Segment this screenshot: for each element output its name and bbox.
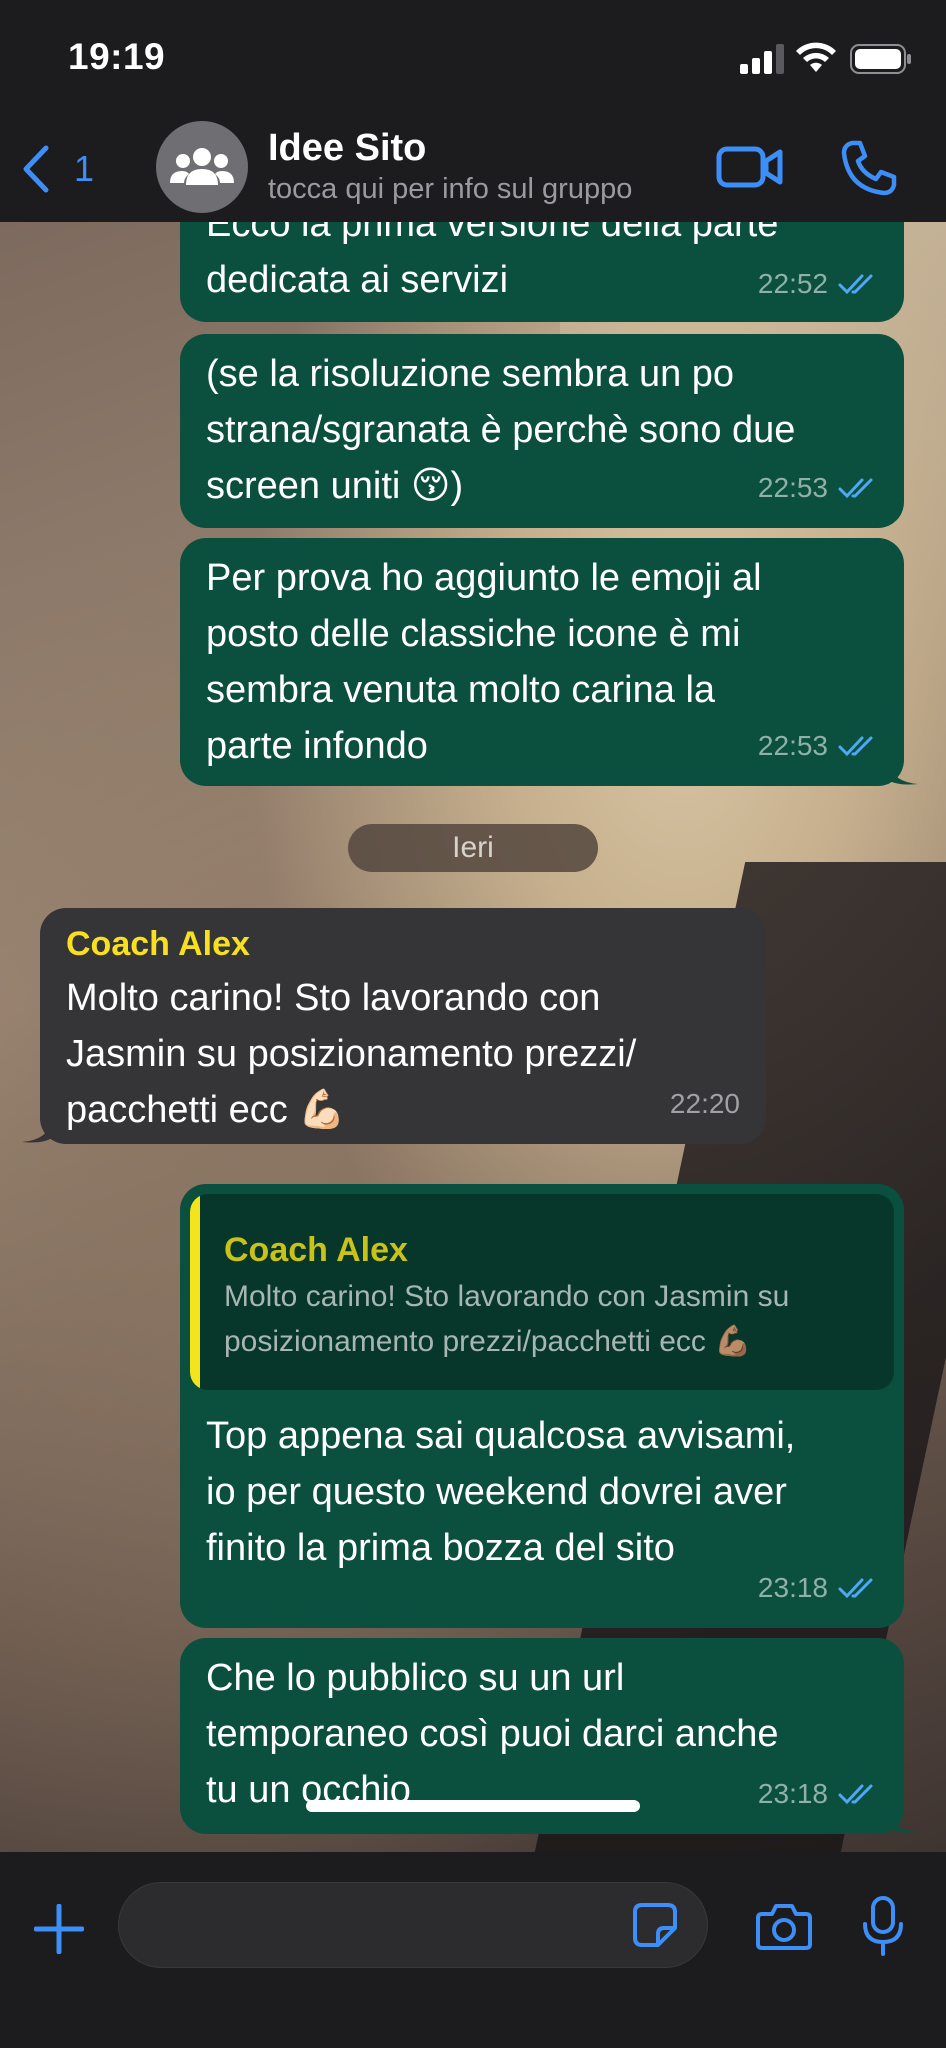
group-avatar-icon [170,148,234,185]
back-chevron-icon [23,145,49,193]
message-time: 23:18 [757,1778,828,1809]
message-meta: 23:18 [758,1766,878,1822]
message-bubble[interactable]: (se la risoluzione sembra un po strana/s… [180,334,904,528]
bubble-tail [888,1810,918,1833]
message-input[interactable] [118,1882,708,1968]
group-title[interactable]: Idee Sito [268,127,426,170]
signal-icon [740,44,784,74]
camera-icon[interactable] [756,1902,812,1950]
group-subtitle[interactable]: tocca qui per info sul gruppo [268,173,632,206]
message-meta: 22:52 [758,256,878,312]
status-time: 19:19 [68,36,166,77]
read-ticks-icon [838,1578,873,1599]
quoted-sender: Coach Alex [224,1231,408,1269]
unread-count: 1 [74,148,95,189]
date-separator: Ieri [348,824,598,872]
quoted-text: Molto carino! Sto lavorando con Jasmin s… [224,1280,790,1358]
chat-header: 1 Idee Sito tocca qui per info sul grupp… [0,115,946,223]
home-indicator [306,1800,640,1812]
wifi-icon [796,42,836,72]
input-bar [0,1852,946,2048]
read-ticks-icon [838,478,873,499]
quote-bar [190,1194,200,1390]
read-ticks-icon [838,1784,873,1805]
bubble-tail [888,762,918,785]
message-text: Top appena sai qualcosa avvisami, io per… [206,1415,796,1569]
back-button[interactable]: 1 [20,139,94,199]
read-ticks-icon [838,736,873,757]
message-meta: 22:53 [758,718,878,774]
read-ticks-icon [838,274,873,295]
status-bar: 19:19 [0,0,946,115]
microphone-icon[interactable] [862,1896,904,1956]
phone-call-icon[interactable] [840,139,898,197]
video-call-icon[interactable] [716,143,784,191]
message-bubble[interactable]: Coach Alex Molto carino! Sto lavorando c… [180,1184,904,1628]
message-time: 22:52 [757,268,828,299]
group-avatar[interactable] [156,121,248,213]
message-time: 22:53 [757,472,828,503]
message-text: Molto carino! Sto lavorando con Jasmin s… [66,977,637,1131]
quoted-message[interactable]: Coach Alex Molto carino! Sto lavorando c… [190,1194,894,1390]
message-bubble[interactable]: Coach Alex Molto carino! Sto lavorando c… [22,908,766,1144]
message-meta: 23:18 [758,1560,878,1616]
message-time: 22:53 [757,730,828,761]
message-meta: 22:53 [758,460,878,516]
message-time: 23:18 [757,1572,828,1603]
plus-icon[interactable] [34,1904,84,1954]
bubble-tail [22,1120,52,1143]
chat-area[interactable]: Ecco la prima versione della parte dedic… [0,222,946,1852]
sender-name[interactable]: Coach Alex [66,918,740,970]
message-time: 22:20 [669,1088,740,1119]
battery-icon [850,44,911,74]
message-bubble[interactable]: Ecco la prima versione della parte dedic… [180,222,904,322]
message-meta: 22:20 [670,1076,740,1132]
sticker-icon[interactable] [632,1902,678,1948]
message-bubble[interactable]: Per prova ho aggiunto le emoji al posto … [180,538,918,786]
